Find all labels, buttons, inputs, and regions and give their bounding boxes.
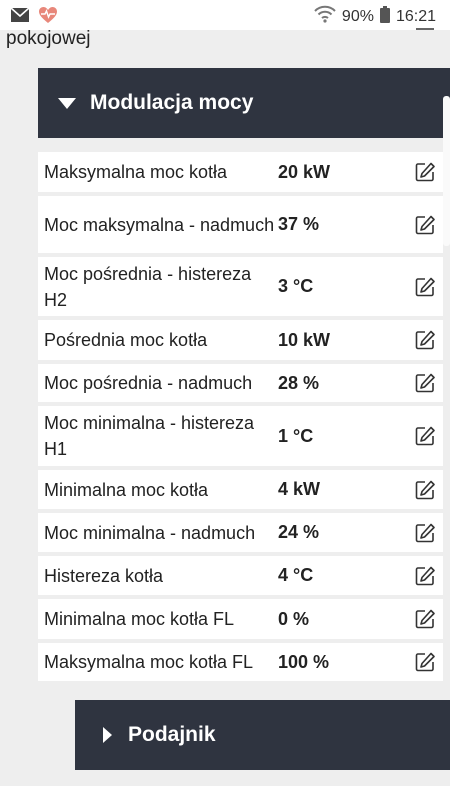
list-item[interactable]: Moc pośrednia - nadmuch 28 %	[38, 364, 443, 402]
row-value: 37 %	[278, 214, 320, 234]
row-label: Moc pośrednia - nadmuch	[44, 373, 253, 393]
row-value: 0 %	[278, 608, 310, 629]
list-item[interactable]: Moc minimalna - nadmuch 24 %	[38, 513, 443, 552]
chevron-right-icon	[103, 727, 112, 743]
row-label: Histereza kotła	[44, 565, 164, 586]
row-label: Minimalna moc kotła	[44, 479, 209, 500]
wifi-icon	[314, 5, 336, 28]
row-value: 100 %	[278, 651, 330, 672]
battery-icon	[379, 5, 390, 28]
section-title: Podajnik	[128, 723, 216, 746]
row-label: Moc minimalna - nadmuch	[44, 522, 256, 543]
section-header-modulacja[interactable]: Modulacja mocy	[38, 68, 450, 138]
list-item[interactable]: Minimalna moc kotła 4 kW	[38, 470, 443, 509]
edit-icon[interactable]	[406, 329, 443, 351]
row-value: 3 °C	[278, 276, 314, 296]
edit-icon[interactable]	[406, 522, 443, 544]
list-item[interactable]: Maksymalna moc kotła FL 100 %	[38, 643, 443, 681]
list-item[interactable]: Moc maksymalna - nadmuch 37 %	[38, 196, 443, 253]
section-header-podajnik[interactable]: Podajnik	[75, 700, 450, 770]
row-label: Moc minimalna - histereza H1	[44, 413, 255, 459]
list-item[interactable]: Minimalna moc kotła FL 0 %	[38, 599, 443, 639]
list-item[interactable]: Pośrednia moc kotła 10 kW	[38, 320, 443, 360]
row-value: 4 °C	[278, 565, 314, 585]
edit-icon[interactable]	[406, 276, 443, 298]
edit-icon[interactable]	[414, 24, 436, 42]
edit-icon[interactable]	[406, 479, 443, 501]
row-value: 1 °C	[278, 425, 314, 446]
scrollbar[interactable]	[443, 96, 450, 246]
previous-item-label: pokojowej	[6, 28, 91, 49]
row-value: 4 kW	[278, 479, 321, 499]
row-label: Minimalna moc kotła FL	[44, 609, 235, 629]
row-label: Moc maksymalna - nadmuch	[44, 214, 275, 235]
status-bar: 90% 16:21	[0, 0, 450, 30]
mail-icon	[10, 7, 30, 28]
list-item[interactable]: Moc pośrednia - histereza H2 3 °C	[38, 257, 443, 316]
edit-icon[interactable]	[406, 651, 443, 673]
row-value: 24 %	[278, 522, 320, 542]
row-label: Pośrednia moc kotła	[44, 330, 208, 350]
row-value: 10 kW	[278, 329, 331, 350]
heart-pulse-icon	[38, 6, 58, 29]
battery-percent: 90%	[341, 7, 374, 25]
row-value: 28 %	[278, 372, 320, 393]
edit-icon[interactable]	[406, 565, 443, 587]
chevron-down-icon	[58, 97, 76, 109]
list-item[interactable]: Moc minimalna - histereza H1 1 °C	[38, 406, 443, 466]
edit-icon[interactable]	[406, 425, 443, 447]
clock: 16:21	[395, 7, 436, 25]
list-item[interactable]	[0, 786, 450, 800]
list-item[interactable]: Histereza kotła 4 °C	[38, 556, 443, 595]
edit-icon[interactable]	[406, 214, 443, 236]
settings-list: Maksymalna moc kotła 20 kW Moc maksymaln…	[38, 152, 443, 685]
row-value: 20 kW	[278, 161, 331, 182]
edit-icon[interactable]	[406, 372, 443, 394]
row-label: Maksymalna moc kotła FL	[44, 652, 254, 672]
edit-icon[interactable]	[406, 608, 443, 630]
row-label: Maksymalna moc kotła	[44, 162, 228, 182]
edit-icon[interactable]	[406, 161, 443, 183]
row-label: Moc pośrednia - histereza H2	[44, 263, 252, 310]
section-title: Modulacja mocy	[90, 91, 254, 114]
list-item[interactable]: Maksymalna moc kotła 20 kW	[38, 152, 443, 192]
